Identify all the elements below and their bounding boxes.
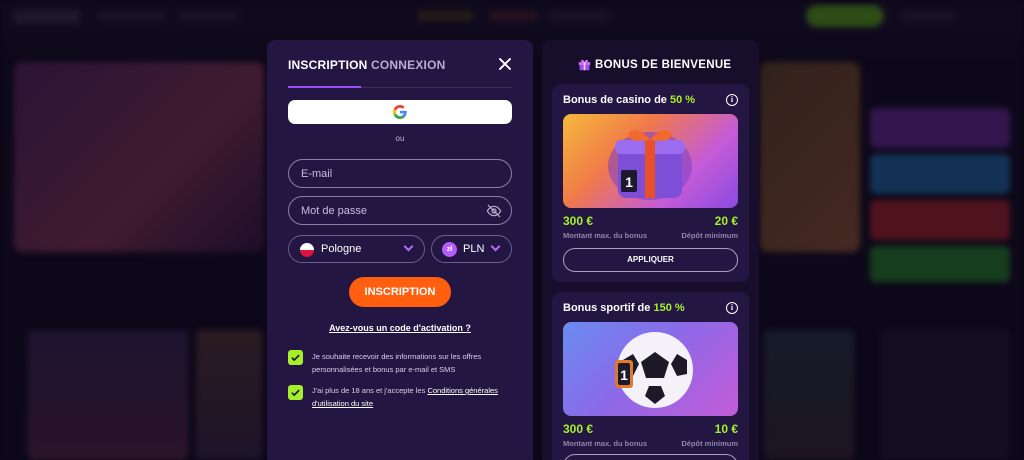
tab-inscription[interactable]: INSCRIPTION — [288, 58, 368, 72]
gift-box-illustration: 1 — [608, 129, 692, 200]
apply-button[interactable]: APPLIQUER — [563, 248, 738, 272]
currency-symbol-icon: zł — [442, 242, 457, 257]
min-deposit-amount: 10 € — [714, 422, 738, 436]
max-bonus-amount: 300 € — [563, 422, 594, 436]
info-icon[interactable]: i — [726, 302, 738, 314]
bonus-percent: 50 % — [669, 94, 696, 106]
bonus-percent: 150 % — [653, 302, 685, 314]
welcome-bonus-panel: BONUS DE BIENVENUE Bonus de casino de 50… — [542, 40, 759, 460]
bonus-title: BONUS DE BIENVENUE — [595, 59, 732, 71]
sports-bonus-card: Bonus sportif de 150 % i 1 300 € 10 € Mo… — [552, 292, 749, 460]
active-tab-indicator — [288, 86, 361, 88]
country-select[interactable]: Pologne — [288, 235, 425, 263]
auth-tabs: INSCRIPTION CONNEXION — [288, 58, 512, 88]
inscription-submit-button[interactable]: INSCRIPTION — [349, 277, 451, 307]
offers-consent-checkbox[interactable] — [288, 350, 303, 365]
apply-button[interactable] — [563, 454, 738, 460]
checkmark-icon — [291, 354, 300, 362]
google-signin-button[interactable] — [288, 100, 512, 124]
card-title-text: Bonus sportif de — [563, 302, 654, 314]
max-bonus-label: Montant max. du bonus — [563, 231, 648, 240]
svg-text:1: 1 — [620, 367, 628, 383]
max-bonus-amount: 300 € — [563, 214, 594, 228]
casino-gift-image: 1 — [563, 114, 738, 208]
offers-consent-label: Je souhaite recevoir des informations su… — [312, 352, 482, 374]
eye-off-icon[interactable] — [486, 203, 502, 219]
min-deposit-label: Dépôt minimum — [681, 439, 738, 448]
svg-text:1: 1 — [625, 174, 633, 190]
email-field[interactable] — [288, 159, 512, 188]
registration-modal: INSCRIPTION CONNEXION ou Pologne zł PLN … — [267, 40, 533, 460]
min-deposit-amount: 20 € — [714, 214, 738, 228]
max-bonus-label: Montant max. du bonus — [563, 439, 648, 448]
age-consent-checkbox[interactable] — [288, 385, 303, 400]
currency-select[interactable]: zł PLN — [431, 235, 512, 263]
currency-value: PLN — [463, 243, 485, 255]
card-title: Bonus de casino de 50 % — [563, 94, 695, 106]
min-deposit-label: Dépôt minimum — [681, 231, 738, 240]
poland-flag-icon — [300, 243, 314, 257]
card-title-text: Bonus de casino de — [563, 94, 670, 106]
or-separator: ou — [395, 134, 405, 143]
age-consent-text: J'ai plus de 18 ans et j'accepte les — [312, 386, 428, 395]
gift-icon — [578, 59, 591, 71]
checkmark-icon — [291, 389, 300, 397]
country-value: Pologne — [321, 243, 362, 255]
football-illustration: 1 — [615, 332, 693, 408]
close-icon[interactable] — [497, 56, 513, 72]
card-title: Bonus sportif de 150 % — [563, 302, 685, 314]
age-consent-label: J'ai plus de 18 ans et j'accepte les Con… — [312, 384, 512, 410]
chevron-down-icon — [403, 241, 414, 252]
chevron-down-icon — [490, 241, 501, 252]
password-field[interactable] — [288, 196, 512, 225]
google-icon — [393, 105, 407, 119]
casino-bonus-card: Bonus de casino de 50 % i 1 300 € 20 € M… — [552, 84, 749, 282]
info-icon[interactable]: i — [726, 94, 738, 106]
tab-connexion[interactable]: CONNEXION — [371, 58, 445, 72]
activation-code-link[interactable]: Avez-vous un code d'activation ? — [267, 323, 533, 333]
sports-ball-image: 1 — [563, 322, 738, 416]
